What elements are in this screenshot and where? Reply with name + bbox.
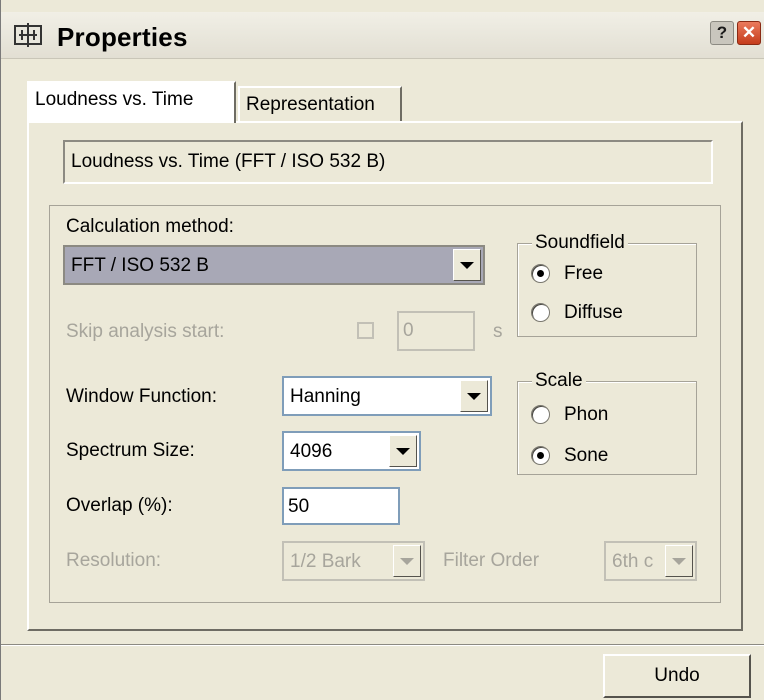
soundfield-diffuse-label: Diffuse (564, 302, 623, 323)
skip-analysis-unit: s (493, 321, 503, 342)
soundfield-diffuse-radio[interactable] (531, 303, 550, 322)
chevron-down-icon[interactable] (665, 545, 693, 577)
soundfield-legend: Soundfield (532, 232, 628, 254)
properties-window: Properties ? ✕ Loudness vs. Time Represe… (0, 0, 764, 700)
scale-sone-label: Sone (564, 445, 609, 466)
spectrum-size-select[interactable]: 4096 (282, 431, 421, 471)
chevron-down-icon[interactable] (453, 249, 481, 281)
overlap-input[interactable]: 50 (282, 487, 400, 525)
resolution-value: 1/2 Bark (290, 551, 361, 572)
skip-analysis-label: Skip analysis start: (66, 321, 225, 342)
divider (1, 644, 764, 646)
help-button[interactable]: ? (710, 21, 734, 45)
resolution-label: Resolution: (66, 550, 162, 571)
app-icon (14, 23, 42, 47)
description-field: Loudness vs. Time (FFT / ISO 532 B) (63, 140, 713, 184)
tab-loudness-vs-time[interactable]: Loudness vs. Time (27, 81, 236, 123)
calculation-method-value: FFT / ISO 532 B (71, 255, 209, 276)
scale-phon-radio[interactable] (531, 405, 550, 424)
resolution-select[interactable]: 1/2 Bark (282, 541, 425, 581)
window-function-label: Window Function: (66, 386, 218, 407)
calculation-method-select[interactable]: FFT / ISO 532 B (63, 245, 485, 285)
undo-button[interactable]: Undo (603, 654, 751, 698)
soundfield-free-label: Free (564, 263, 604, 284)
chevron-down-icon[interactable] (460, 380, 488, 412)
scale-legend: Scale (532, 370, 586, 392)
window-function-value: Hanning (290, 386, 361, 407)
scale-sone-radio[interactable] (531, 446, 550, 465)
spectrum-size-value: 4096 (290, 441, 333, 462)
calculation-method-label: Calculation method: (66, 216, 234, 237)
window-function-select[interactable]: Hanning (282, 376, 492, 416)
chevron-down-icon[interactable] (393, 545, 421, 577)
spectrum-size-label: Spectrum Size: (66, 440, 195, 461)
filter-order-label: Filter Order (443, 550, 540, 571)
overlap-label: Overlap (%): (66, 495, 173, 516)
filter-order-value: 6th c (612, 551, 654, 572)
close-button[interactable]: ✕ (737, 21, 761, 45)
tab-representation[interactable]: Representation (238, 86, 402, 122)
skip-analysis-input[interactable]: 0 (397, 311, 475, 351)
skip-analysis-checkbox[interactable] (357, 322, 374, 339)
scale-phon-label: Phon (564, 404, 609, 425)
title-bar[interactable]: Properties ? ✕ (1, 12, 764, 59)
window-title: Properties (57, 22, 188, 52)
filter-order-select[interactable]: 6th c (604, 541, 697, 581)
chevron-down-icon[interactable] (389, 435, 417, 467)
soundfield-free-radio[interactable] (531, 264, 550, 283)
